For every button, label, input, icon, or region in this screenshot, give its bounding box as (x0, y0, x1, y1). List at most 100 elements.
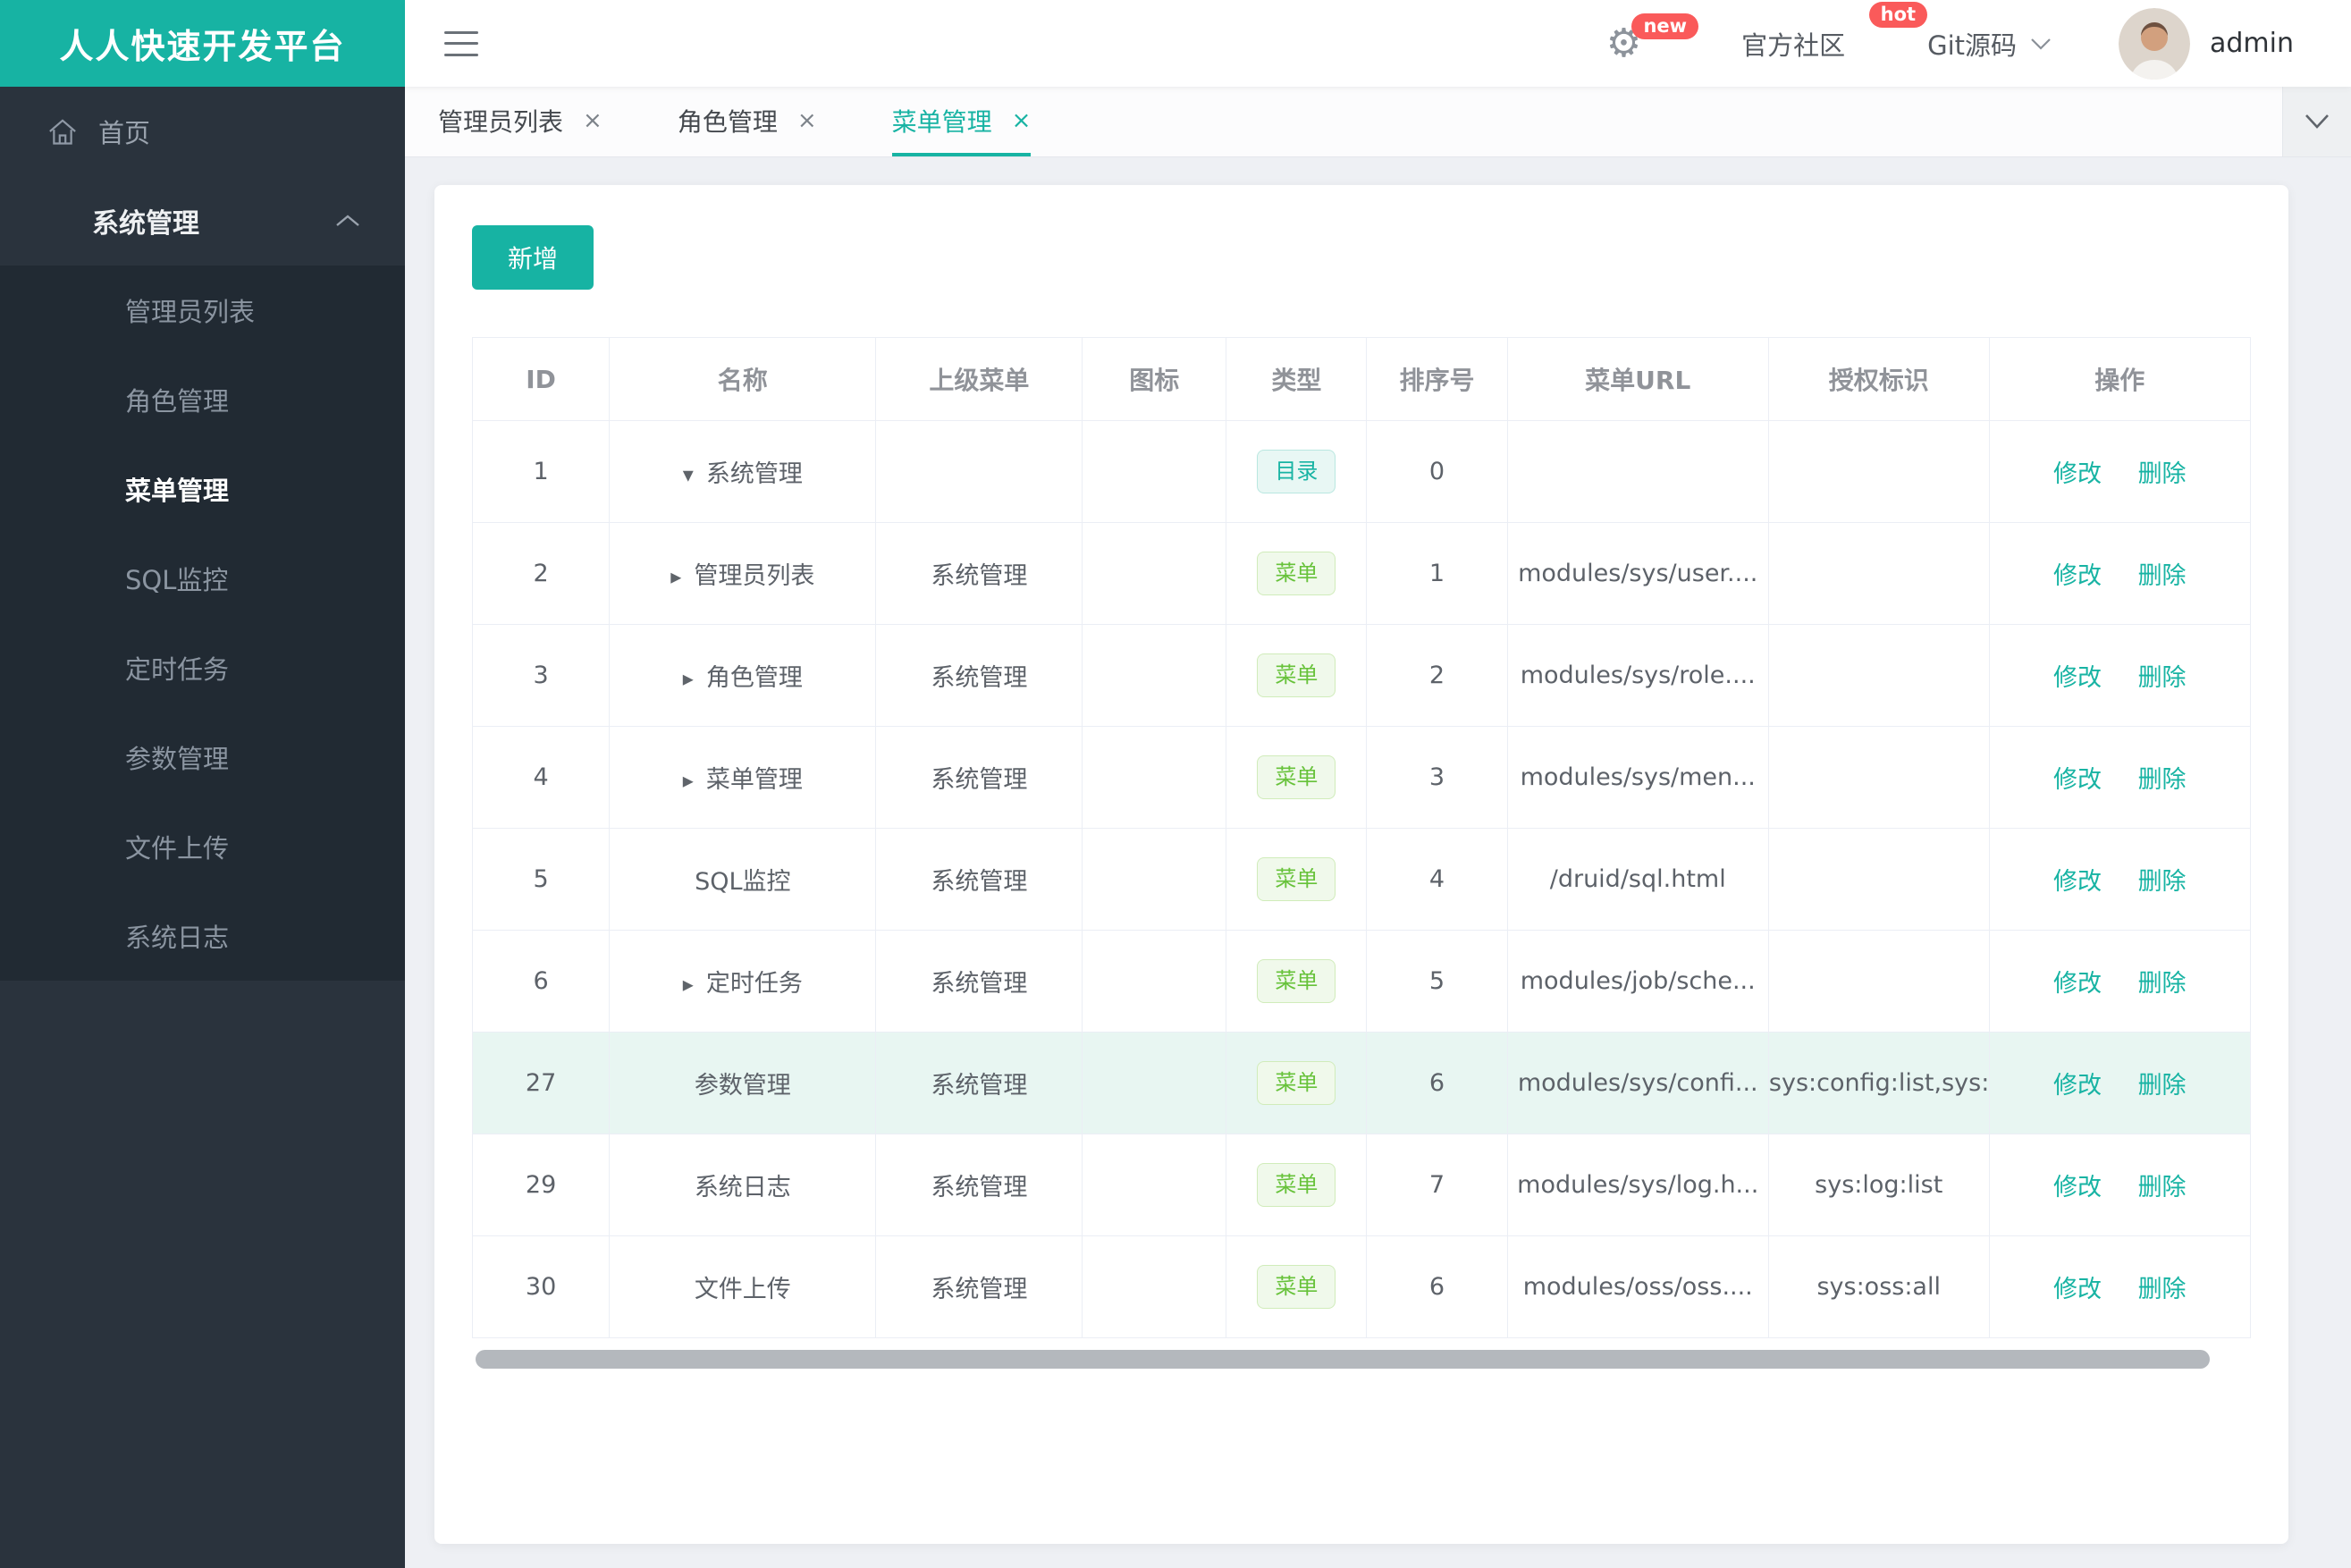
tabs-collapse-button[interactable] (2282, 87, 2351, 156)
tab[interactable]: 菜单管理 × (891, 87, 1032, 156)
edit-link[interactable]: 修改 (2053, 1276, 2102, 1303)
table-row: 5 SQL监控 系统管理 菜单 4 /druid/sql.html 修改 删除 (471, 828, 2252, 931)
delete-link[interactable]: 删除 (2138, 460, 2187, 488)
chevron-down-icon (2029, 37, 2052, 51)
cell-order: 6 (1366, 1032, 1508, 1134)
sidebar-item[interactable]: 角色管理 (0, 355, 405, 444)
cell-icon (1082, 828, 1227, 931)
cell-perms: sys:config:list,sys:. (1767, 1032, 1990, 1134)
sidebar-home-label: 首页 (98, 118, 151, 148)
column-header-parent: 上级菜单 (875, 337, 1083, 421)
tab-label: 管理员列表 (438, 107, 564, 137)
edit-link[interactable]: 修改 (2053, 562, 2102, 590)
sidebar-submenu: 管理员列表 角色管理 菜单管理 SQL监控 定时任务 参数管理 文件上传 系统日… (0, 266, 405, 981)
sidebar-group-label: 系统管理 (92, 208, 199, 240)
sidebar-group-system[interactable]: 系统管理 (0, 176, 405, 266)
cell-order: 0 (1366, 420, 1508, 523)
tab[interactable]: 管理员列表 × (438, 87, 602, 156)
menu-name-label: 文件上传 (694, 1276, 791, 1303)
menu-name-label: 系统管理 (705, 460, 803, 488)
cell-icon (1082, 726, 1227, 829)
menu-name-label: 定时任务 (705, 970, 803, 998)
cell-type: 菜单 (1226, 726, 1368, 829)
column-header-actions: 操作 (1988, 337, 2252, 421)
edit-link[interactable]: 修改 (2053, 1174, 2102, 1201)
expand-toggle-icon[interactable]: ▸ (683, 972, 694, 997)
add-button[interactable]: 新增 (472, 225, 594, 290)
cell-actions: 修改 删除 (1988, 828, 2252, 931)
sidebar-toggle-button[interactable] (444, 30, 478, 56)
cell-perms: sys:oss:all (1767, 1235, 1990, 1338)
topbar: ⚙ new 官方社区 hot Git源码 admin (405, 0, 2351, 87)
cell-url: modules/job/sche... (1506, 930, 1769, 1033)
delete-link[interactable]: 删除 (2138, 1174, 2187, 1201)
edit-link[interactable]: 修改 (2053, 460, 2102, 488)
sidebar-item-home[interactable]: 首页 (0, 87, 405, 176)
type-tag: 目录 (1257, 450, 1336, 493)
delete-link[interactable]: 删除 (2138, 664, 2187, 692)
expand-toggle-icon[interactable]: ▸ (683, 666, 694, 691)
cell-parent (875, 420, 1083, 523)
tab-label: 菜单管理 (891, 107, 992, 137)
expand-toggle-icon[interactable]: ▾ (683, 462, 694, 487)
delete-link[interactable]: 删除 (2138, 1072, 2187, 1100)
cell-order: 3 (1366, 726, 1508, 829)
sidebar-item[interactable]: 参数管理 (0, 712, 405, 802)
table-row: 6 ▸ 定时任务 系统管理 菜单 5 modules/job/sche... 修… (471, 930, 2252, 1033)
user-menu[interactable]: admin (2119, 7, 2294, 80)
cell-id: 27 (471, 1032, 611, 1134)
cell-parent: 系统管理 (875, 1235, 1083, 1338)
delete-link[interactable]: 删除 (2138, 766, 2187, 794)
git-source-link[interactable]: Git源码 (1927, 25, 2052, 63)
new-badge: new (1631, 13, 1699, 39)
expand-toggle-icon[interactable]: ▸ (670, 564, 681, 589)
edit-link[interactable]: 修改 (2053, 868, 2102, 896)
cell-actions: 修改 删除 (1988, 930, 2252, 1033)
cell-perms (1767, 726, 1990, 829)
tab[interactable]: 角色管理 × (678, 87, 817, 156)
delete-link[interactable]: 删除 (2138, 1276, 2187, 1303)
sidebar-item[interactable]: 文件上传 (0, 802, 405, 891)
edit-link[interactable]: 修改 (2053, 766, 2102, 794)
tab-close-icon[interactable]: × (1012, 107, 1032, 134)
community-link[interactable]: 官方社区 hot (1741, 1, 1928, 63)
expand-toggle-icon[interactable]: ▸ (683, 768, 694, 793)
sidebar-item[interactable]: SQL监控 (0, 534, 405, 623)
sidebar: 人人快速开发平台 首页 系统管理 管理员列表 角色管理 菜单管理 SQL监控 定… (0, 0, 405, 1568)
edit-link[interactable]: 修改 (2053, 1072, 2102, 1100)
cell-perms (1767, 522, 1990, 625)
sidebar-item[interactable]: 管理员列表 (0, 266, 405, 355)
settings-button[interactable]: ⚙ new (1606, 13, 1699, 63)
sidebar-item[interactable]: 菜单管理 (0, 444, 405, 534)
cell-icon (1082, 1032, 1227, 1134)
edit-link[interactable]: 修改 (2053, 664, 2102, 692)
chevron-up-icon (333, 212, 362, 230)
type-tag: 菜单 (1257, 1163, 1336, 1207)
cell-parent: 系统管理 (875, 522, 1083, 625)
table-row: 4 ▸ 菜单管理 系统管理 菜单 3 modules/sys/men... 修改… (471, 726, 2252, 829)
delete-link[interactable]: 删除 (2138, 562, 2187, 590)
edit-link[interactable]: 修改 (2053, 970, 2102, 998)
tab-label: 角色管理 (677, 107, 778, 137)
sidebar-item[interactable]: 系统日志 (0, 891, 405, 981)
tab-close-icon[interactable]: × (797, 107, 817, 134)
sidebar-item[interactable]: 定时任务 (0, 623, 405, 712)
cell-name: 参数管理 (609, 1032, 877, 1134)
sidebar-item-label: 菜单管理 (125, 476, 230, 506)
delete-link[interactable]: 删除 (2138, 970, 2187, 998)
tab-close-icon[interactable]: × (583, 107, 602, 134)
column-header-url: 菜单URL (1506, 337, 1769, 421)
horizontal-scrollbar-thumb[interactable] (476, 1350, 2211, 1369)
cell-parent: 系统管理 (875, 624, 1083, 727)
cell-name: 文件上传 (609, 1235, 877, 1338)
delete-link[interactable]: 删除 (2138, 868, 2187, 896)
type-tag: 菜单 (1257, 1061, 1336, 1105)
tabbar: 管理员列表 × 角色管理 × 菜单管理 × (405, 87, 2351, 157)
sidebar-item-label: 系统日志 (125, 923, 230, 953)
cell-id: 5 (471, 828, 611, 931)
menu-management-card: 新增 ID 名称 上级菜单 图标 类型 排序号 菜单URL 授权标识 操作 1 … (434, 185, 2288, 1544)
cell-icon (1082, 1134, 1227, 1236)
cell-url: modules/sys/role.... (1506, 624, 1769, 727)
cell-name: SQL监控 (609, 828, 877, 931)
column-header-type: 类型 (1226, 337, 1368, 421)
